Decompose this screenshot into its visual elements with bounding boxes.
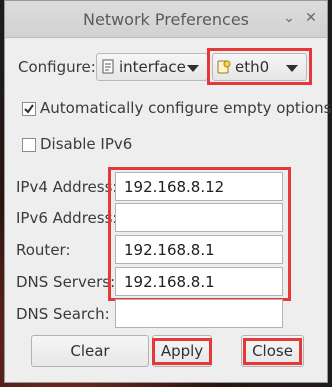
title-bar[interactable]: Network Preferences ⌄ ✕ [5,1,327,38]
checkmark-icon [24,104,34,114]
close-window-icon[interactable]: ✕ [303,10,319,26]
dns-servers-label: DNS Servers: [16,273,116,291]
highlight-fields [108,167,291,301]
ipv4-label: IPv4 Address: [16,178,118,196]
router-label: Router: [16,241,71,259]
highlight-close [243,338,302,365]
configure-type-value: interface [119,58,186,76]
clear-button[interactable]: Clear [31,335,149,367]
interface-icon [102,59,114,74]
configure-type-combo[interactable]: interface [96,53,208,81]
ipv6-label: IPv6 Address: [16,209,118,227]
dns-search-input[interactable] [115,299,283,328]
highlight-apply [152,338,212,365]
highlight-interface [207,48,312,85]
auto-configure-checkbox[interactable] [22,102,36,116]
disable-ipv6-checkbox[interactable] [22,138,36,152]
dns-search-label: DNS Search: [16,305,110,323]
disable-ipv6-label: Disable IPv6 [40,135,133,153]
window-title: Network Preferences [83,10,249,29]
configure-label: Configure: [18,58,96,76]
chevron-down-icon [187,65,199,72]
minimize-icon[interactable]: ⌄ [281,10,297,26]
network-preferences-dialog: Network Preferences ⌄ ✕ Configure: inter… [4,0,332,383]
auto-configure-label: Automatically configure empty options [40,99,332,117]
